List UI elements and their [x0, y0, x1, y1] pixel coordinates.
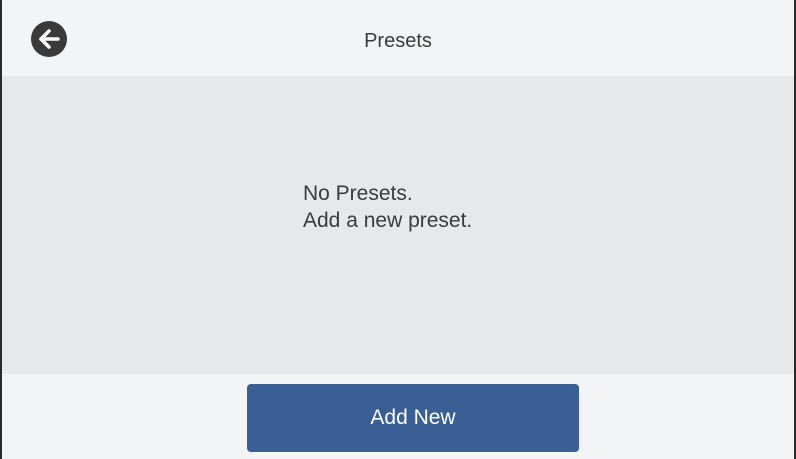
- footer-bar: Add New: [2, 374, 794, 459]
- empty-state-message: No Presets. Add a new preset.: [303, 180, 472, 234]
- presets-screen: Presets No Presets. Add a new preset. Ad…: [0, 0, 796, 459]
- add-new-button[interactable]: Add New: [247, 384, 579, 452]
- page-title: Presets: [364, 30, 432, 52]
- header-bar: Presets: [2, 0, 794, 76]
- empty-state-line-2: Add a new preset.: [303, 209, 473, 232]
- presets-content-area: No Presets. Add a new preset.: [2, 76, 794, 374]
- empty-state-line-1: No Presets.: [303, 182, 413, 205]
